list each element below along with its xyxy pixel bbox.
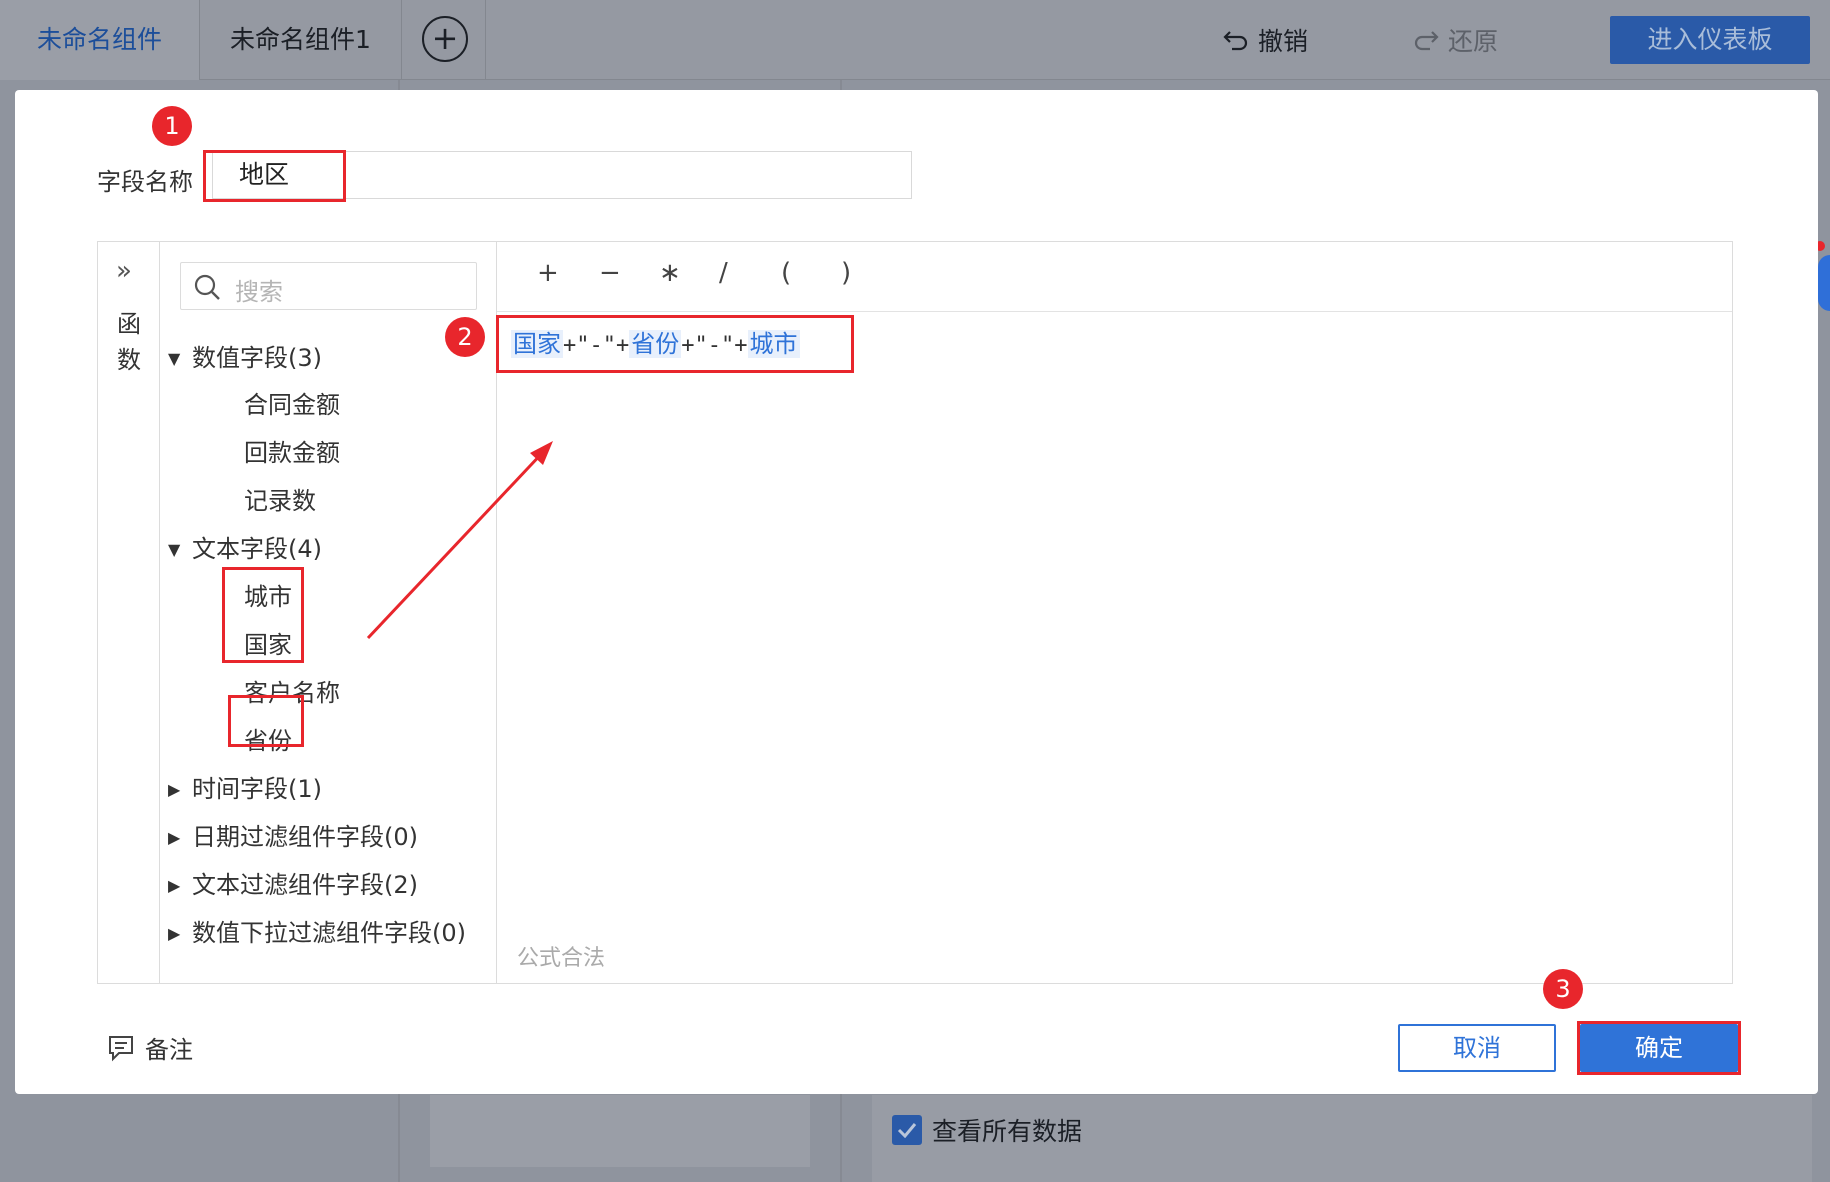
- annotation-box-formula: [496, 315, 854, 373]
- background-panel: [430, 1095, 810, 1167]
- tab-component-1[interactable]: 未命名组件1: [200, 0, 402, 80]
- cancel-button[interactable]: 取消: [1398, 1024, 1556, 1072]
- redo-button[interactable]: 还原: [1412, 22, 1498, 58]
- field-tree-panel: 搜索 ▼ 数值字段(3) 合同金额 回款金额 记录数 ▼ 文本字段(4) 城市 国家…: [160, 242, 497, 983]
- view-all-data-label: 查看所有数据: [932, 1117, 1083, 1146]
- undo-label: 撤销: [1258, 27, 1309, 56]
- functions-label: 函数: [117, 310, 141, 374]
- caret-down-icon: ▼: [168, 349, 181, 368]
- tree-group-time[interactable]: ▶ 时间字段(1): [168, 769, 322, 804]
- tree-item-payment-amount[interactable]: 回款金额: [244, 433, 340, 468]
- field-name-label: 字段名称: [97, 168, 193, 196]
- comment-icon: [109, 1035, 133, 1061]
- tree-item-contract-amount[interactable]: 合同金额: [244, 385, 340, 420]
- redo-icon: [1414, 31, 1439, 51]
- caret-down-icon: ▼: [168, 540, 181, 559]
- group-label: 时间字段(1): [192, 775, 322, 803]
- caret-right-icon: ▶: [168, 924, 181, 943]
- tree-group-numeric-dropdown-filter[interactable]: ▶ 数值下拉过滤组件字段(0): [168, 913, 466, 948]
- annotation-badge-3: 3: [1543, 969, 1583, 1009]
- search-input[interactable]: 搜索: [180, 262, 477, 310]
- operator-right-paren-button[interactable]: ): [841, 258, 851, 288]
- formula-field-dialog: 字段名称 地区 1 » 函数 搜索 ▼ 数值字段(3) 合同金额 回款金额 记录数…: [15, 90, 1818, 1094]
- annotation-box-field-name: [203, 150, 346, 202]
- note-label: 备注: [145, 1036, 193, 1064]
- caret-right-icon: ▶: [168, 876, 181, 895]
- note-button[interactable]: 备注: [107, 1030, 193, 1065]
- enter-dashboard-button[interactable]: 进入仪表板: [1610, 16, 1810, 64]
- annotation-badge-1: 1: [152, 106, 192, 146]
- annotation-box-confirm: [1577, 1021, 1741, 1075]
- operator-multiply-button[interactable]: ∗: [659, 258, 681, 288]
- formula-editor: » 函数 搜索 ▼ 数值字段(3) 合同金额 回款金额 记录数 ▼ 文本字段(4) …: [97, 241, 1733, 984]
- tree-group-date-filter[interactable]: ▶ 日期过滤组件字段(0): [168, 817, 418, 852]
- view-all-data-checkbox[interactable]: 查看所有数据: [892, 1112, 1082, 1148]
- redo-label: 还原: [1448, 27, 1499, 56]
- group-label: 文本过滤组件字段(2): [192, 871, 418, 899]
- caret-right-icon: ▶: [168, 780, 181, 799]
- add-tab-area: +: [402, 0, 486, 80]
- functions-panel-collapsed[interactable]: » 函数: [98, 242, 160, 983]
- operator-toolbar: + − ∗ / ( ): [497, 242, 1732, 312]
- operator-left-paren-button[interactable]: (: [781, 258, 791, 288]
- group-label: 数值下拉过滤组件字段(0): [192, 919, 466, 947]
- group-label: 日期过滤组件字段(0): [192, 823, 418, 851]
- group-label: 文本字段(4): [192, 535, 322, 563]
- tree-group-numeric[interactable]: ▼ 数值字段(3): [168, 338, 322, 373]
- expand-functions-icon[interactable]: »: [116, 256, 132, 286]
- caret-right-icon: ▶: [168, 828, 181, 847]
- annotation-badge-2: 2: [445, 317, 485, 357]
- checkbox-checked-icon: [892, 1115, 922, 1145]
- add-tab-button[interactable]: +: [422, 16, 468, 62]
- annotation-box-province: [228, 695, 304, 747]
- annotation-box-city-country: [222, 567, 304, 663]
- search-placeholder: 搜索: [235, 278, 283, 306]
- undo-button[interactable]: 撤销: [1222, 22, 1308, 58]
- side-panel-handle[interactable]: [1818, 255, 1830, 311]
- undo-icon: [1223, 31, 1248, 51]
- group-label: 数值字段(3): [192, 344, 322, 372]
- formula-validation-status: 公式合法: [517, 946, 606, 971]
- operator-divide-button[interactable]: /: [719, 258, 728, 288]
- operator-plus-button[interactable]: +: [537, 258, 559, 288]
- tree-group-text[interactable]: ▼ 文本字段(4): [168, 529, 322, 564]
- tab-component[interactable]: 未命名组件: [0, 0, 200, 80]
- tree-group-text-filter[interactable]: ▶ 文本过滤组件字段(2): [168, 865, 418, 900]
- operator-minus-button[interactable]: −: [599, 258, 621, 288]
- top-bar: 未命名组件 未命名组件1 + 撤销 还原 进入仪表板: [0, 0, 1830, 80]
- search-icon: [194, 274, 220, 300]
- tree-item-record-count[interactable]: 记录数: [244, 481, 316, 516]
